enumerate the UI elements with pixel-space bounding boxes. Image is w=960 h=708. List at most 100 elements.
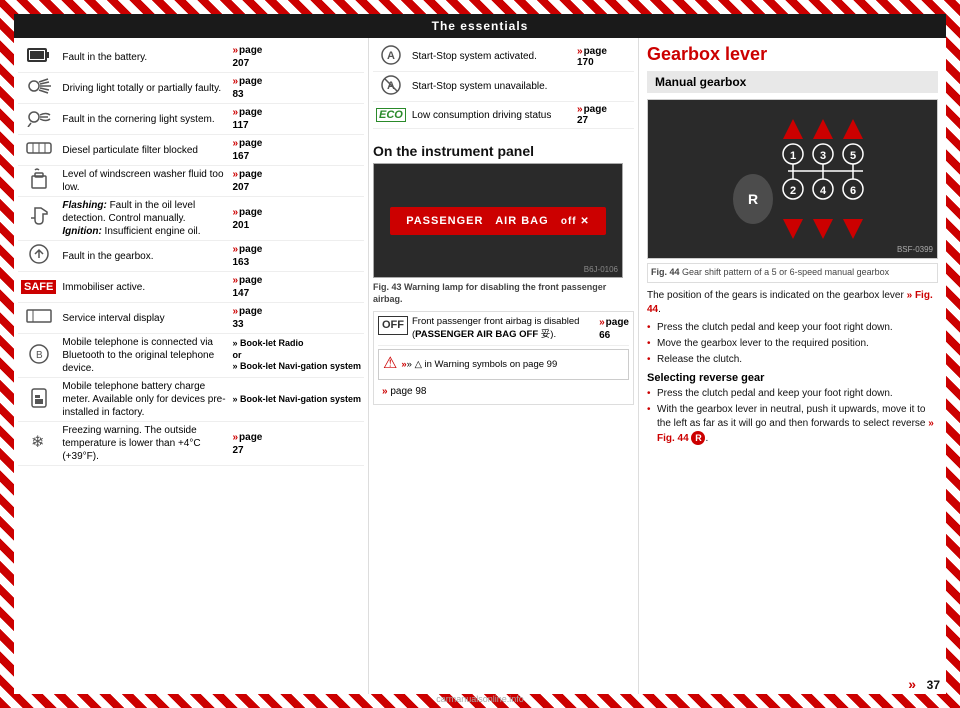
washer-fluid-page: page207 xyxy=(229,166,364,197)
mobile-bluetooth-icon: B xyxy=(18,334,59,378)
table-row: Service interval display page33 xyxy=(18,303,364,334)
page-number: 37 xyxy=(927,678,940,692)
fig44-code: BSF-0399 xyxy=(897,245,933,254)
startstop-unavailable-page xyxy=(574,72,634,102)
svg-text:2: 2 xyxy=(790,185,796,197)
driving-light-page: page83 xyxy=(229,73,364,104)
bullet-clutch: Press the clutch pedal and keep your foo… xyxy=(647,321,938,335)
immobiliser-page: page147 xyxy=(229,272,364,303)
warning-triangle-icon: ⚠ xyxy=(383,354,397,375)
svg-text:❄: ❄ xyxy=(31,434,44,451)
fig43-caption: Fig. 43 Warning lamp for disabling the f… xyxy=(373,282,634,305)
table-row: A Start-Stop system activated. page170 xyxy=(373,42,634,72)
notice-row: OFF Front passenger front airbag is disa… xyxy=(378,316,629,346)
table-row: Level of windscreen washer fluid too low… xyxy=(18,166,364,197)
table-row: Diesel particulate filter blocked page16… xyxy=(18,135,364,166)
washer-fluid-icon xyxy=(18,166,59,197)
gearbox-fault-page: page163 xyxy=(229,241,364,272)
airbag-warning-display: PASSENGER AIR BAG off ✕ xyxy=(390,207,606,235)
notice-box: OFF Front passenger front airbag is disa… xyxy=(373,311,634,405)
table-row: A Start-Stop system unavailable. xyxy=(373,72,634,102)
table-row: Driving light totally or partially fault… xyxy=(18,73,364,104)
mobile-bluetooth-desc: Mobile telephone is connected via Blueto… xyxy=(59,334,229,378)
eco-page: page27 xyxy=(574,102,634,129)
gearbox-body-text: The position of the gears is indicated o… xyxy=(647,289,938,317)
notice-text: Front passenger front airbag is disabled… xyxy=(412,316,591,341)
safe-label: SAFE xyxy=(21,280,56,294)
freezing-icon: ❄ xyxy=(18,422,59,466)
table-row: Fault in the battery. page207 xyxy=(18,42,364,73)
eco-desc: Low consumption driving status xyxy=(409,102,574,129)
warning-text-1: » △ in Warning symbols on page 99 xyxy=(401,359,557,371)
battery-page: page207 xyxy=(229,42,364,73)
middle-section: A Start-Stop system activated. page170 A… xyxy=(369,38,639,694)
left-section: Fault in the battery. page207 Driving li… xyxy=(14,38,369,694)
freezing-page: page27 xyxy=(229,422,364,466)
header-title: The essentials xyxy=(432,19,529,33)
page-inner: The essentials Fault in the battery. pag… xyxy=(14,14,946,694)
cornering-light-icon xyxy=(18,104,59,135)
fig44-ref: Fig. 44 xyxy=(647,290,933,315)
eco-icon: ECO xyxy=(373,102,409,129)
warning-table: Fault in the battery. page207 Driving li… xyxy=(18,42,364,466)
gearbox-fault-icon xyxy=(18,241,59,272)
mobile-battery-desc: Mobile telephone battery charge meter. A… xyxy=(59,378,229,422)
table-row: ECO Low consumption driving status page2… xyxy=(373,102,634,129)
fig44-desc: Gear shift pattern of a 5 or 6-speed man… xyxy=(682,267,889,277)
gearbox-title: Gearbox lever xyxy=(647,44,938,65)
table-row: ❄ Freezing warning. The outside temperat… xyxy=(18,422,364,466)
main-content: Fault in the battery. page207 Driving li… xyxy=(14,38,946,694)
startstop-unavailable-desc: Start-Stop system unavailable. xyxy=(409,72,574,102)
immobiliser-icon: SAFE xyxy=(18,272,59,303)
startstop-unavail-icon: A xyxy=(373,72,409,102)
page-header: The essentials xyxy=(14,14,946,38)
table-row: SAFE Immobiliser active. page147 xyxy=(18,272,364,303)
service-interval-icon xyxy=(18,303,59,334)
washer-fluid-desc: Level of windscreen washer fluid too low… xyxy=(59,166,229,197)
manual-gearbox-label: Manual gearbox xyxy=(647,71,938,93)
fig43-desc: Warning lamp for disabling the front pas… xyxy=(373,282,606,304)
gearbox-image: R 1 3 5 2 xyxy=(647,99,938,259)
svg-text:6: 6 xyxy=(850,185,856,197)
notice-page: page66 xyxy=(599,316,629,342)
freezing-desc: Freezing warning. The outside temperatur… xyxy=(59,422,229,466)
instrument-panel-title: On the instrument panel xyxy=(373,143,634,159)
startstop-activated-page: page170 xyxy=(574,42,634,72)
table-row: Flashing: Fault in the oil level detecti… xyxy=(18,197,364,241)
fig43-label: Fig. 43 xyxy=(373,282,402,292)
startstop-activated-desc: Start-Stop system activated. xyxy=(409,42,574,72)
startstop-a-icon: A xyxy=(373,42,409,72)
svg-text:4: 4 xyxy=(820,185,827,197)
battery-desc: Fault in the battery. xyxy=(59,42,229,73)
oil-level-desc: Flashing: Fault in the oil level detecti… xyxy=(59,197,229,241)
instrument-panel-image: PASSENGER AIR BAG off ✕ B6J-0106 xyxy=(373,163,623,278)
bullet-reverse-neutral: With the gearbox lever in neutral, push … xyxy=(647,403,938,446)
warning-box-1: ⚠ » △ in Warning symbols on page 99 xyxy=(378,349,629,380)
diesel-filter-icon xyxy=(18,135,59,166)
oil-level-icon xyxy=(18,197,59,241)
gearbox-fault-desc: Fault in the gearbox. xyxy=(59,241,229,272)
bullet-move: Move the gearbox lever to the required p… xyxy=(647,337,938,351)
double-arrow-icon: » xyxy=(908,676,916,692)
fig44-caption: Fig. 44 Gear shift pattern of a 5 or 6-s… xyxy=(647,263,938,283)
table-row: Fault in the cornering light system. pag… xyxy=(18,104,364,135)
eco-label: ECO xyxy=(376,108,406,122)
fig44-label: Fig. 44 xyxy=(651,267,680,277)
right-section: Gearbox lever Manual gearbox R xyxy=(639,38,946,694)
page-98-ref: » page 98 xyxy=(378,383,629,400)
cornering-light-desc: Fault in the cornering light system. xyxy=(59,104,229,135)
svg-text:B: B xyxy=(36,350,43,361)
watermark: carmanualsonline.info xyxy=(436,694,524,704)
off-icon: OFF xyxy=(378,316,408,334)
mobile-bluetooth-page: » Book-let Radioor» Book-let Navi-gation… xyxy=(229,334,364,378)
mobile-battery-icon xyxy=(18,378,59,422)
driving-light-desc: Driving light totally or partially fault… xyxy=(59,73,229,104)
svg-text:R: R xyxy=(748,191,758,207)
svg-text:5: 5 xyxy=(850,150,856,162)
svg-text:3: 3 xyxy=(820,150,826,162)
bullet-reverse-clutch: Press the clutch pedal and keep your foo… xyxy=(647,387,938,401)
svg-text:A: A xyxy=(387,50,395,62)
service-interval-page: page33 xyxy=(229,303,364,334)
cornering-light-page: page117 xyxy=(229,104,364,135)
gear-diagram: R 1 3 5 2 xyxy=(648,100,937,258)
